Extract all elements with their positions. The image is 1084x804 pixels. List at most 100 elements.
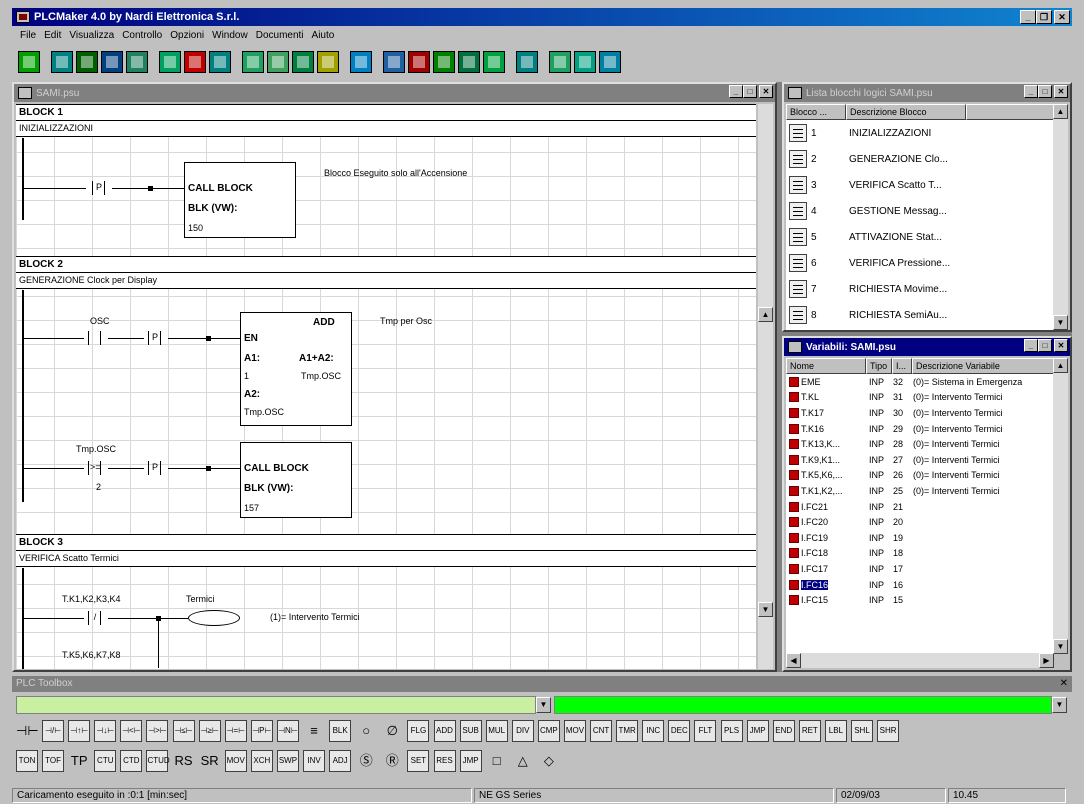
editor-maximize-button[interactable]: □ xyxy=(743,85,757,98)
help-icon[interactable] xyxy=(599,51,621,73)
new-icon[interactable] xyxy=(18,51,40,73)
menu-visualizza[interactable]: Visualizza xyxy=(65,30,118,41)
osc-contact[interactable] xyxy=(82,331,108,345)
scroll-down-icon[interactable]: ▼ xyxy=(1053,315,1068,330)
scroll-left-icon[interactable]: ◀ xyxy=(786,653,801,668)
variable-row[interactable]: T.KL INP 31 (0)= Intervento Termici xyxy=(786,390,1054,406)
ladder-symbol-button[interactable]: JMP xyxy=(459,750,482,772)
list-maximize-button[interactable]: □ xyxy=(1038,85,1052,98)
block-header[interactable]: BLOCK 1 INIZIALIZZAZIONI xyxy=(16,104,756,137)
paste-icon[interactable] xyxy=(209,51,231,73)
run-icon[interactable] xyxy=(483,51,505,73)
ladder-symbol-button[interactable]: INC xyxy=(642,720,665,742)
menu-window[interactable]: Window xyxy=(208,30,252,41)
ladder-symbol-button[interactable]: MOV xyxy=(224,750,247,772)
connect-icon[interactable] xyxy=(383,51,405,73)
block-icon[interactable] xyxy=(292,51,314,73)
block-list-item[interactable]: 5 ATTIVAZIONE Stat... xyxy=(786,224,1056,250)
column-header-descrizione[interactable]: Descrizione Blocco xyxy=(846,104,966,120)
ladder-symbol-button[interactable]: CNT xyxy=(590,720,613,742)
column-header-tipo[interactable]: Tipo xyxy=(866,358,892,374)
ladder-symbol-button[interactable]: TOF xyxy=(42,750,65,772)
ladder-symbol-button[interactable]: PLS xyxy=(720,720,743,742)
block-header[interactable]: BLOCK 3 VERIFICA Scatto Termici xyxy=(16,534,756,567)
ladder-symbol-button[interactable]: ◇ xyxy=(538,750,560,772)
list-icon[interactable] xyxy=(242,51,264,73)
var-maximize-button[interactable]: □ xyxy=(1038,339,1052,352)
restore-button[interactable]: ❐ xyxy=(1036,10,1052,24)
ladder-symbol-button[interactable]: ADD xyxy=(433,720,456,742)
ladder-symbol-button[interactable]: END xyxy=(772,720,795,742)
variable-row[interactable]: I.FC20 INP 20 xyxy=(786,514,1054,530)
ladder-symbol-button[interactable]: SET xyxy=(407,750,430,772)
ladder-symbol-button[interactable]: CTUD xyxy=(146,750,170,772)
block-list-item[interactable]: 8 RICHIESTA SemiAu... xyxy=(786,302,1056,328)
stop-icon[interactable] xyxy=(408,51,430,73)
block-list-item[interactable]: 1 INIZIALIZZAZIONI xyxy=(786,120,1056,146)
variable-row[interactable]: I.FC15 INP 15 xyxy=(786,592,1054,608)
cut-icon[interactable] xyxy=(184,51,206,73)
editor-close-button[interactable]: ✕ xyxy=(759,85,773,98)
pulse-contact[interactable]: P xyxy=(142,331,168,345)
block-list-item[interactable]: 2 GENERAZIONE Clo... xyxy=(786,146,1056,172)
ladder-symbol-button[interactable]: △ xyxy=(512,750,534,772)
ladder-symbol-button[interactable]: Ⓡ xyxy=(381,750,403,772)
ladder-symbol-button[interactable]: SHR xyxy=(877,720,900,742)
ladder-symbol-button[interactable]: ⊣↑⊢ xyxy=(68,720,91,742)
menu-controllo[interactable]: Controllo xyxy=(118,30,166,41)
table-icon[interactable] xyxy=(267,51,289,73)
ladder-symbol-button[interactable]: TON xyxy=(16,750,38,772)
open-icon[interactable] xyxy=(51,51,73,73)
column-header-indice[interactable]: I... xyxy=(892,358,912,374)
list-close-button[interactable]: ✕ xyxy=(1054,85,1068,98)
variable-row[interactable]: T.K13,K... INP 28 (0)= Interventi Termici xyxy=(786,436,1054,452)
upload-icon[interactable] xyxy=(458,51,480,73)
ladder-symbol-button[interactable]: SUB xyxy=(459,720,482,742)
print-icon[interactable] xyxy=(516,51,538,73)
ladder-symbol-button[interactable]: Ⓢ xyxy=(355,750,377,772)
var-close-button[interactable]: ✕ xyxy=(1054,339,1068,352)
variable-row[interactable]: T.K5,K6,... INP 26 (0)= Interventi Termici xyxy=(786,468,1054,484)
scroll-up-icon[interactable]: ▲ xyxy=(1053,104,1068,119)
grid-icon[interactable] xyxy=(126,51,148,73)
ladder-symbol-button[interactable]: ⊣<⊢ xyxy=(120,720,143,742)
column-header-blocco[interactable]: Blocco ... xyxy=(786,104,846,120)
scroll-right-icon[interactable]: ▶ xyxy=(1039,653,1054,668)
scroll-down-icon[interactable]: ▼ xyxy=(1053,639,1068,654)
ladder-symbol-button[interactable]: ○ xyxy=(355,720,377,742)
menu-aiuto[interactable]: Aiuto xyxy=(308,30,339,41)
ladder-symbol-button[interactable]: FLT xyxy=(694,720,717,742)
call-block-box[interactable]: CALL BLOCK BLK (VW): 150 xyxy=(184,162,296,238)
variable-row[interactable]: I.FC16 INP 16 xyxy=(786,577,1054,593)
ladder-symbol-button[interactable]: ⊣>⊢ xyxy=(146,720,169,742)
block-header[interactable]: BLOCK 2 GENERAZIONE Clock per Display xyxy=(16,256,756,289)
ladder-symbol-button[interactable]: ⊣/⊢ xyxy=(42,720,65,742)
block-list-scrollbar[interactable]: ▲ ▼ xyxy=(1053,104,1068,330)
variable-row[interactable]: T.K16 INP 29 (0)= Intervento Termici xyxy=(786,421,1054,437)
ladder-symbol-button[interactable]: XCH xyxy=(250,750,273,772)
var-minimize-button[interactable]: _ xyxy=(1024,339,1038,352)
list-minimize-button[interactable]: _ xyxy=(1024,85,1038,98)
variable-row[interactable]: I.FC18 INP 18 xyxy=(786,546,1054,562)
variables-vscrollbar[interactable]: ▲ ▼ xyxy=(1053,358,1068,654)
scroll-down-icon[interactable]: ▼ xyxy=(758,602,773,617)
save-as-icon[interactable] xyxy=(101,51,123,73)
variable-row[interactable]: EME INP 32 (0)= Sistema in Emergenza xyxy=(786,374,1054,390)
scroll-up-icon[interactable]: ▲ xyxy=(758,307,773,322)
ladder-symbol-button[interactable]: RES xyxy=(433,750,456,772)
ladder-symbol-button[interactable]: ADJ xyxy=(329,750,352,772)
block-list-item[interactable]: 4 GESTIONE Messag... xyxy=(786,198,1056,224)
ladder-symbol-button[interactable]: CTU xyxy=(94,750,117,772)
ladder-symbol-button[interactable]: MUL xyxy=(485,720,508,742)
column-header-descrizione[interactable]: Descrizione Variabile xyxy=(912,358,1054,374)
minimize-button[interactable]: _ xyxy=(1020,10,1036,24)
toolbox-field-left[interactable] xyxy=(16,696,536,714)
nc-contact[interactable]: / xyxy=(82,611,108,625)
ladder-symbol-button[interactable]: TMR xyxy=(616,720,639,742)
ladder-symbol-button[interactable]: DEC xyxy=(668,720,691,742)
close-button[interactable]: ✕ xyxy=(1054,10,1070,24)
save-icon[interactable] xyxy=(76,51,98,73)
ladder-symbol-button[interactable]: ⊣≤⊢ xyxy=(172,720,195,742)
ladder-symbol-button[interactable]: SHL xyxy=(851,720,873,742)
ladder-symbol-button[interactable]: ≡ xyxy=(303,720,325,742)
